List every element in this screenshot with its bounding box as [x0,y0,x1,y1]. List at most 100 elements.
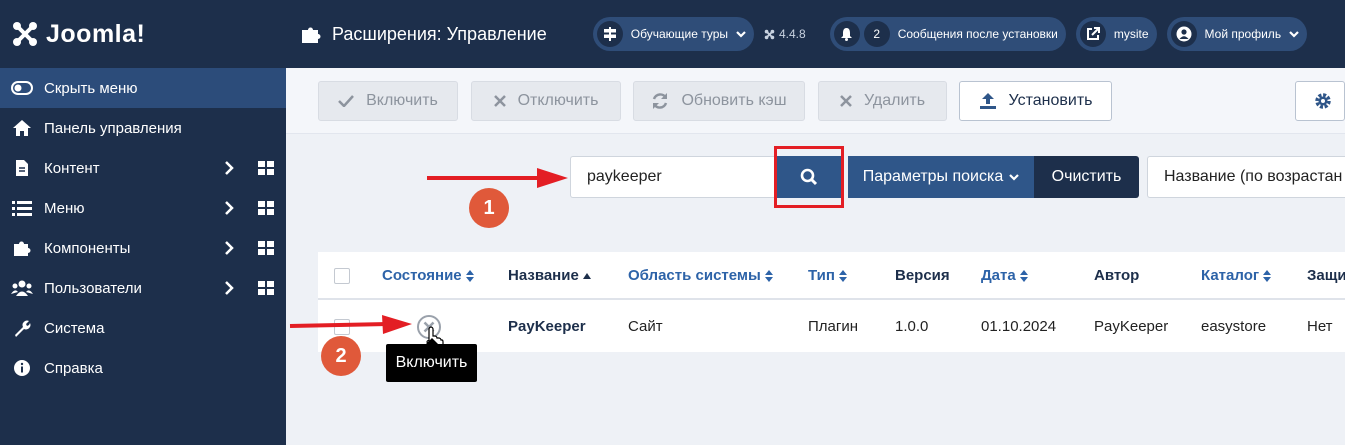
delete-label: Удалить [863,92,926,109]
step-badge-1: 1 [469,188,509,228]
chevron-right-icon[interactable] [222,281,236,295]
profile-label: Мой профиль [1204,27,1282,41]
user-profile-button[interactable]: Мой профиль [1166,17,1308,51]
sidebar-item-help[interactable]: Справка [0,348,286,388]
column-protected: Защи [1307,267,1345,284]
sort-icon [1263,269,1272,282]
sidebar-item-menus[interactable]: Меню [0,188,286,228]
dashboard-grid-icon[interactable] [258,241,274,255]
wrench-icon [10,318,34,338]
refresh-icon [653,93,668,109]
cell-name[interactable]: PayKeeper [508,318,586,335]
column-type[interactable]: Тип [808,267,847,284]
extensions-table: Состояние Название Область системы Тип В… [318,252,1345,352]
install-label: Установить [1008,92,1093,109]
dashboard-grid-icon[interactable] [258,161,274,175]
search-input[interactable]: paykeeper [570,156,776,198]
toolbar: Включить Отключить Обновить кэш Удалить … [286,68,1345,134]
sidebar-item-content[interactable]: Контент [0,148,286,188]
sidebar-item-hide-menu[interactable]: Скрыть меню [0,68,286,108]
column-folder-label: Каталог [1201,267,1260,284]
cell-area: Сайт [628,318,663,335]
sidebar: Joomla! Скрыть меню Панель управления Ко… [0,0,286,445]
joomla-logo-icon [764,29,775,39]
users-icon [10,278,34,298]
column-folder[interactable]: Каталог [1201,267,1272,284]
site-label: mysite [1113,27,1149,41]
close-icon [493,95,506,107]
joomla-logo-icon [13,22,37,46]
chevron-right-icon[interactable] [222,201,236,215]
enable-label: Включить [366,92,438,109]
column-area-label: Область системы [628,267,761,284]
dashboard-grid-icon[interactable] [258,281,274,295]
sort-icon [838,269,847,282]
column-area[interactable]: Область системы [628,267,773,284]
sidebar-item-components[interactable]: Компоненты [0,228,286,268]
brand-name: Joomla! [46,19,146,48]
options-gear-button[interactable] [1295,81,1345,121]
info-icon [10,358,34,378]
sort-select[interactable]: Название (по возрастан [1147,156,1345,198]
cell-folder: easystore [1201,318,1267,335]
chevron-right-icon[interactable] [222,241,236,255]
page-title: Расширения: Управление [300,24,547,45]
disable-button[interactable]: Отключить [471,81,621,121]
guided-tours-label: Обучающие туры [630,27,728,41]
delete-button[interactable]: Удалить [818,81,947,121]
select-all-checkbox[interactable] [334,268,350,284]
annotation-arrow-1 [427,168,568,188]
sort-icon [764,269,773,282]
sidebar-item-label: Панель управления [44,119,182,137]
sidebar-item-label: Скрыть меню [44,79,138,97]
sidebar-item-system[interactable]: Система [0,308,286,348]
enable-button[interactable]: Включить [318,81,458,121]
messages-label: Сообщения после установки [897,27,1058,41]
search-options-button[interactable]: Параметры поиска [848,156,1034,198]
header: Расширения: Управление Обучающие туры 4.… [286,0,1345,68]
post-install-messages-button[interactable]: 2 Сообщения после установки [829,17,1066,51]
page-title-text: Расширения: Управление [332,23,547,44]
clear-button[interactable]: Очистить [1034,156,1139,198]
version-info: 4.4.8 [764,27,806,41]
view-site-button[interactable]: mysite [1075,17,1157,51]
sidebar-item-label: Система [44,319,105,337]
brand[interactable]: Joomla! [0,0,286,68]
puzzle-icon [302,27,321,43]
column-status[interactable]: Состояние [382,267,474,284]
messages-count-badge: 2 [863,21,890,47]
cell-author: PayKeeper [1094,318,1169,335]
file-icon [10,158,34,178]
column-name-label: Название [508,267,579,284]
step-badge-2: 2 [321,336,361,376]
dashboard-grid-icon[interactable] [258,201,274,215]
install-button[interactable]: Установить [959,81,1112,121]
enable-tooltip: Включить [386,338,477,382]
refresh-cache-label: Обновить кэш [681,92,787,109]
refresh-cache-button[interactable]: Обновить кэш [633,81,805,121]
gear-icon [1315,93,1331,109]
column-date[interactable]: Дата [981,267,1028,284]
chevron-down-icon [736,30,746,38]
sidebar-item-label: Меню [44,199,85,217]
upload-icon [979,93,996,109]
signpost-icon [596,21,623,47]
column-date-label: Дата [981,267,1016,284]
sidebar-item-label: Компоненты [44,239,131,257]
column-name[interactable]: Название [508,267,591,284]
sidebar-item-dashboard[interactable]: Панель управления [0,108,286,148]
sidebar-item-label: Пользователи [44,279,142,297]
chevron-down-icon [1009,173,1020,181]
annotation-arrow-2 [289,315,412,334]
guided-tours-button[interactable]: Обучающие туры [592,17,754,51]
home-icon [10,118,34,138]
search-button-highlight [774,146,844,208]
user-icon [1170,21,1197,47]
chevron-right-icon[interactable] [222,161,236,175]
sidebar-item-users[interactable]: Пользователи [0,268,286,308]
version-text: 4.4.8 [779,27,806,41]
sidebar-item-label: Контент [44,159,100,177]
column-version: Версия [895,267,950,284]
column-type-label: Тип [808,267,835,284]
column-status-label: Состояние [382,267,462,284]
